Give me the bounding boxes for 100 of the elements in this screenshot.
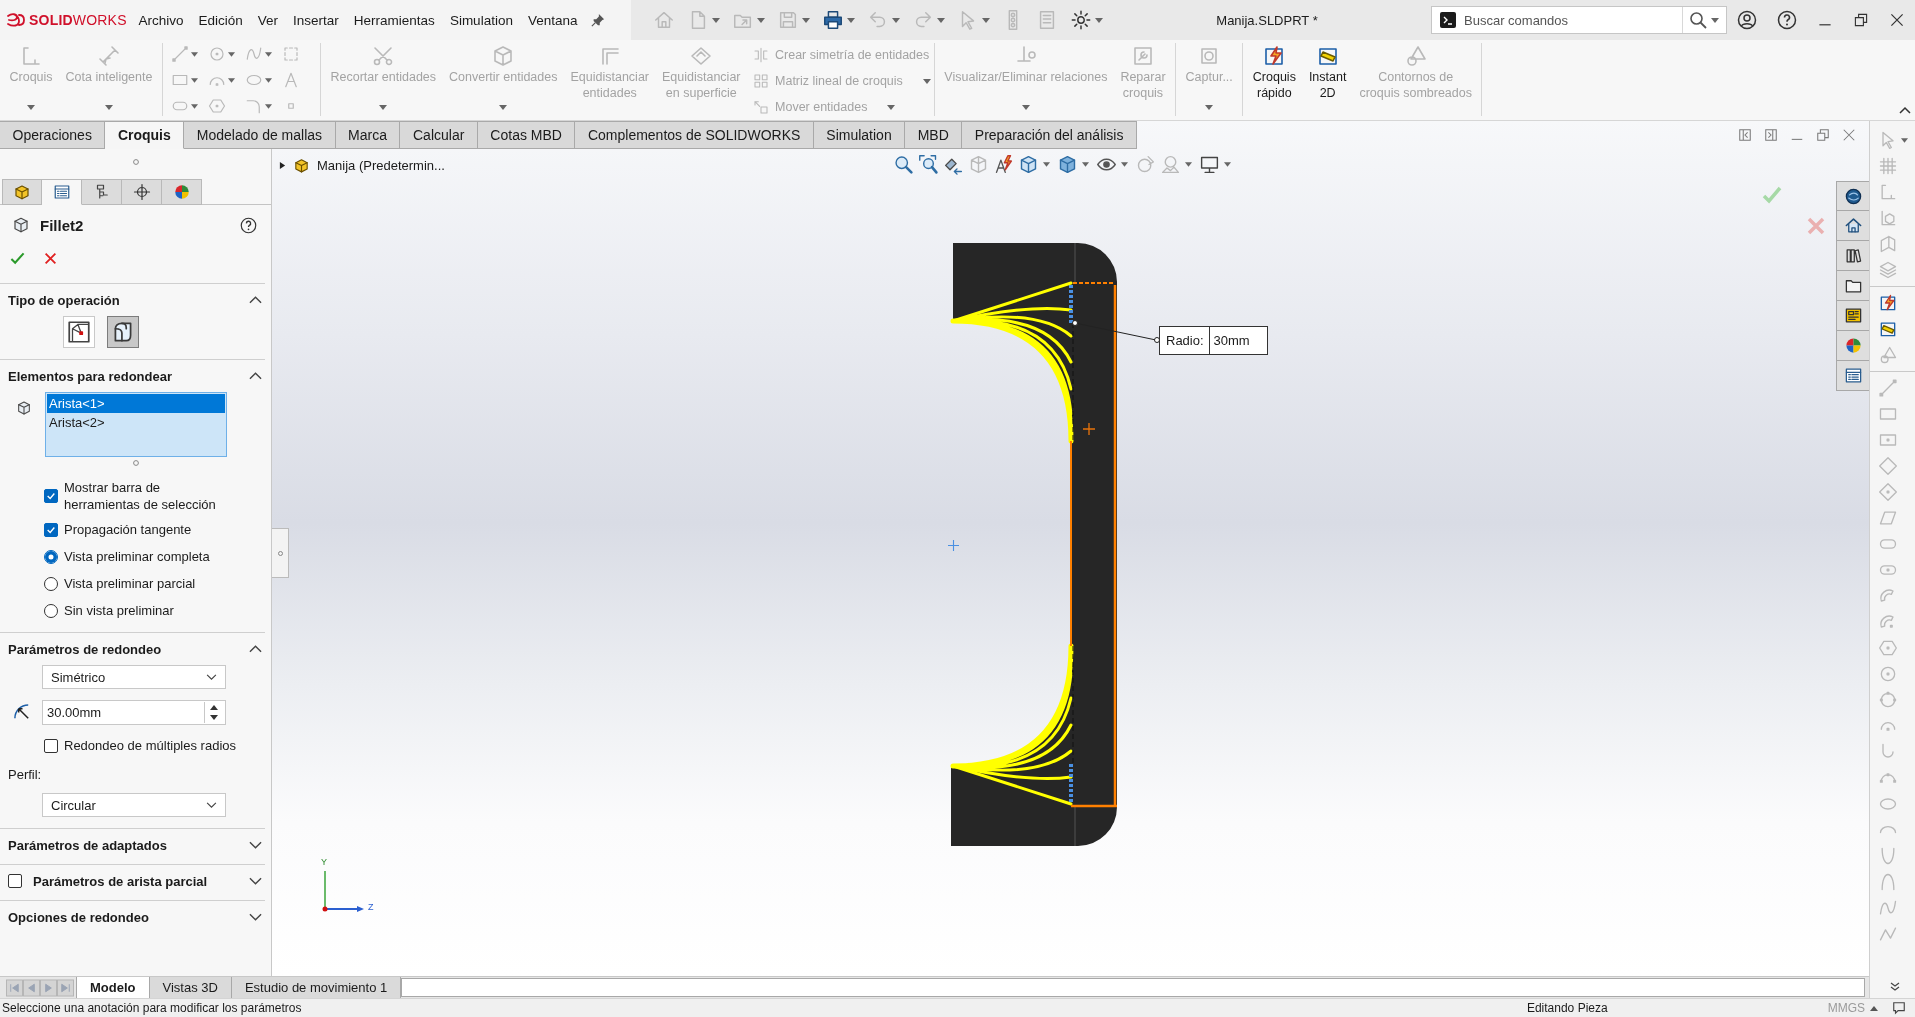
panel-tab[interactable] <box>122 179 162 205</box>
list-item[interactable]: Arista<1> <box>47 394 225 413</box>
callout-value[interactable]: 30mm <box>1208 327 1267 354</box>
help-icon[interactable] <box>240 216 257 234</box>
command-tab[interactable]: Croquis <box>105 121 185 149</box>
close-icon[interactable] <box>1889 12 1905 28</box>
zoom-fit-icon[interactable] <box>893 154 914 175</box>
caret-icon[interactable] <box>1711 17 1719 23</box>
spin-box[interactable]: 30.00mm <box>42 700 226 725</box>
shaded-cube-icon[interactable] <box>1057 154 1078 175</box>
grip-dot-icon[interactable] <box>132 159 139 165</box>
menu-item[interactable]: Ventana <box>520 12 585 28</box>
gear-icon[interactable] <box>1070 9 1092 31</box>
spin-down-icon[interactable] <box>210 715 218 721</box>
menu-item[interactable]: Insertar <box>285 12 347 28</box>
pin-icon[interactable] <box>590 13 605 27</box>
dropdown[interactable]: Simétrico <box>42 665 226 689</box>
panel-left-icon[interactable] <box>1738 128 1752 142</box>
confirm-check-icon[interactable] <box>1761 185 1783 205</box>
task-pane-tab[interactable] <box>1836 271 1869 301</box>
radio-button[interactable] <box>44 549 58 564</box>
view-cube-icon[interactable] <box>1018 154 1039 175</box>
grip-dot-icon[interactable] <box>133 460 139 466</box>
zoom-area-icon[interactable] <box>918 154 939 175</box>
caret-icon[interactable] <box>1043 162 1050 167</box>
section-title[interactable]: Parámetros de redondeo <box>8 641 162 657</box>
search-box[interactable]: Buscar comandos <box>1431 6 1727 34</box>
task-pane-tab[interactable] <box>1836 361 1869 391</box>
command-tab[interactable]: Preparación del análisis <box>962 121 1137 149</box>
menu-item[interactable]: Archivo <box>131 12 191 28</box>
caret-icon[interactable] <box>1870 1005 1878 1011</box>
type-option-button[interactable] <box>107 316 139 348</box>
number-field[interactable]: 30.00mm <box>43 705 204 720</box>
menu-item[interactable]: Herramientas <box>346 12 443 28</box>
lightning-annotation-icon[interactable] <box>993 154 1014 175</box>
section-title[interactable]: Elementos para redondear <box>8 368 172 384</box>
checkbox[interactable] <box>44 489 58 503</box>
panel-tab[interactable] <box>42 179 82 205</box>
task-pane-tab[interactable] <box>1836 211 1869 241</box>
command-tab[interactable]: MBD <box>905 121 963 149</box>
spin-up-icon[interactable] <box>210 704 218 710</box>
model-tab[interactable]: Modelo <box>76 977 150 998</box>
expand-triangle-icon[interactable] <box>279 162 286 169</box>
command-tab[interactable]: Marca <box>335 121 401 149</box>
checkbox[interactable] <box>44 522 58 537</box>
menu-item[interactable]: Edición <box>191 12 251 28</box>
search-icon[interactable] <box>1689 11 1707 29</box>
dimension-callout[interactable]: Radio: 30mm <box>1159 326 1268 355</box>
command-tab[interactable]: Operaciones <box>0 121 106 149</box>
panel-splitter-handle[interactable] <box>272 528 289 578</box>
command-tab[interactable]: Complementos de SOLIDWORKS <box>575 121 814 149</box>
task-pane-tab[interactable] <box>1836 241 1869 271</box>
section-title[interactable]: Parámetros de arista parcial <box>33 873 208 889</box>
ribbon-button[interactable]: Croquis rápido <box>1246 43 1303 113</box>
chevron-up-icon[interactable] <box>1899 106 1911 114</box>
restore-icon[interactable] <box>1853 12 1869 28</box>
panel-tab[interactable] <box>82 179 122 205</box>
caret-icon[interactable] <box>1095 17 1103 23</box>
printer-icon[interactable] <box>822 9 844 31</box>
model-tab[interactable]: Estudio de movimiento 1 <box>231 977 402 998</box>
search-field[interactable]: Buscar comandos <box>1464 12 1682 28</box>
command-tab[interactable]: Calcular <box>400 121 478 149</box>
menu-item[interactable]: Simulation <box>442 12 521 28</box>
user-icon[interactable] <box>1737 10 1757 30</box>
speech-bubble-icon[interactable] <box>1892 1001 1906 1015</box>
cancel-x-icon[interactable] <box>44 251 57 265</box>
feature-tree-item[interactable]: Manija (Predetermin... <box>317 158 445 173</box>
task-pane-tab[interactable] <box>1836 301 1869 331</box>
double-chevron-down-icon[interactable] <box>1890 982 1900 992</box>
chevron-up-icon[interactable] <box>249 645 262 653</box>
confirm-check-icon[interactable] <box>10 250 25 266</box>
monitor-icon[interactable] <box>1199 154 1220 175</box>
checkbox[interactable] <box>44 738 58 753</box>
command-tab[interactable]: Cotas MBD <box>477 121 576 149</box>
panel-right-icon[interactable] <box>1764 128 1778 142</box>
section-title[interactable]: Opciones de redondeo <box>8 909 149 925</box>
menu-item[interactable]: Ver <box>250 12 286 28</box>
panel-tab[interactable] <box>2 179 42 205</box>
help-icon[interactable] <box>1777 10 1797 30</box>
command-tab[interactable]: Modelado de mallas <box>184 121 336 149</box>
chevron-down-icon[interactable] <box>249 913 262 921</box>
radio-button[interactable] <box>44 603 58 618</box>
caret-icon[interactable] <box>1082 162 1089 167</box>
radio-button[interactable] <box>44 576 58 591</box>
task-pane-tab[interactable] <box>1836 181 1869 211</box>
list-item[interactable]: Arista<2> <box>47 413 225 432</box>
chevron-down-icon[interactable] <box>249 877 262 885</box>
section-title[interactable]: Parámetros de adaptados <box>8 837 167 853</box>
command-tab[interactable]: Simulation <box>813 121 906 149</box>
lightning-sketch-icon[interactable] <box>1878 293 1898 313</box>
dropdown[interactable]: Circular <box>42 793 226 817</box>
caret-icon[interactable] <box>1224 162 1231 167</box>
chevron-down-icon[interactable] <box>249 841 262 849</box>
selection-listbox[interactable]: Arista<1> Arista<2> <box>45 392 227 457</box>
section-title[interactable]: Tipo de operación <box>8 292 120 308</box>
type-option-button[interactable] <box>63 316 95 348</box>
ribbon-button[interactable]: Instant 2D <box>1302 43 1353 113</box>
model-tab[interactable]: Vistas 3D <box>149 977 232 998</box>
panel-tab[interactable] <box>162 179 202 205</box>
checkbox[interactable] <box>8 874 22 888</box>
